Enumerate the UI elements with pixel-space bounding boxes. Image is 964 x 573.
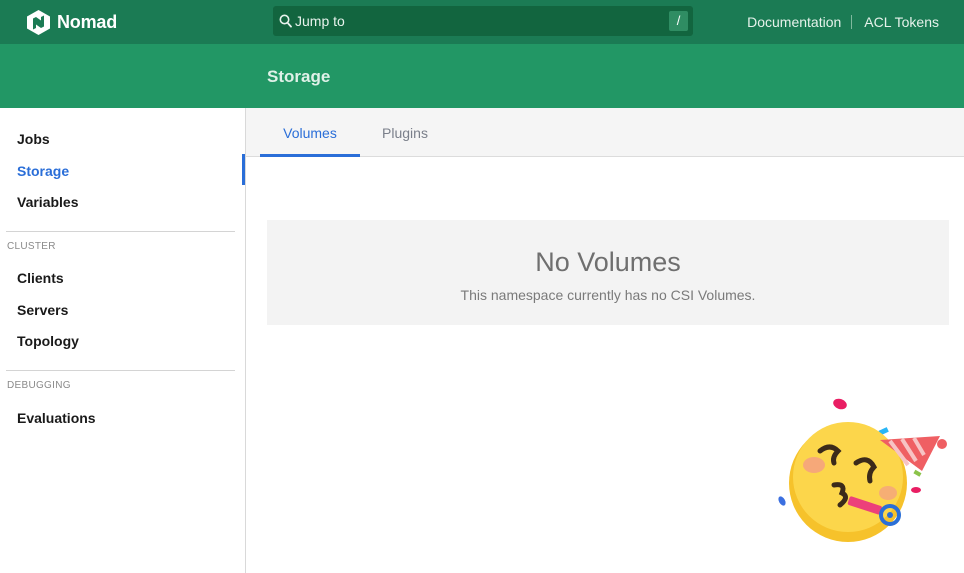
brand-name: Nomad <box>57 11 118 32</box>
party-face-icon <box>778 398 947 542</box>
search-icon <box>279 14 292 28</box>
sidebar-heading-debugging: DEBUGGING <box>7 380 71 391</box>
empty-state-title: No Volumes <box>535 247 681 277</box>
top-navbar: Nomad / Documentation ACL Tokens <box>0 0 964 44</box>
search-shortcut-key: / <box>669 11 688 31</box>
sidebar-item-evaluations[interactable]: Evaluations <box>17 410 96 426</box>
empty-state-message: This namespace currently has no CSI Volu… <box>460 287 756 303</box>
tab-bar: Volumes Plugins <box>246 108 964 157</box>
empty-state: No Volumes This namespace currently has … <box>267 220 949 325</box>
search-input[interactable] <box>295 6 655 36</box>
sidebar-item-variables[interactable]: Variables <box>17 194 79 210</box>
documentation-link[interactable]: Documentation <box>747 14 841 30</box>
nomad-logo-icon <box>27 9 50 35</box>
link-separator <box>851 15 853 29</box>
sidebar-item-storage[interactable]: Storage <box>17 163 69 179</box>
sidebar-item-clients[interactable]: Clients <box>17 270 64 286</box>
sidebar-item-jobs[interactable]: Jobs <box>17 131 50 147</box>
tab-active-underline <box>260 154 360 157</box>
active-indicator <box>242 154 245 185</box>
home-link[interactable]: Nomad <box>27 9 117 35</box>
sidebar: Jobs Storage Variables CLUSTER Clients S… <box>0 108 246 573</box>
page-title: Storage <box>267 67 331 86</box>
search-box[interactable]: / <box>273 6 693 36</box>
sidebar-divider <box>6 231 235 232</box>
tab-plugins[interactable]: Plugins <box>370 108 440 157</box>
sidebar-divider <box>6 370 235 371</box>
sidebar-heading-cluster: CLUSTER <box>7 241 56 252</box>
tab-volumes[interactable]: Volumes <box>260 108 360 157</box>
top-links: Documentation ACL Tokens <box>747 0 939 44</box>
page-header: Storage <box>0 44 964 108</box>
acl-tokens-link[interactable]: ACL Tokens <box>864 14 939 30</box>
sidebar-item-servers[interactable]: Servers <box>17 302 68 318</box>
sidebar-item-topology[interactable]: Topology <box>17 333 79 349</box>
